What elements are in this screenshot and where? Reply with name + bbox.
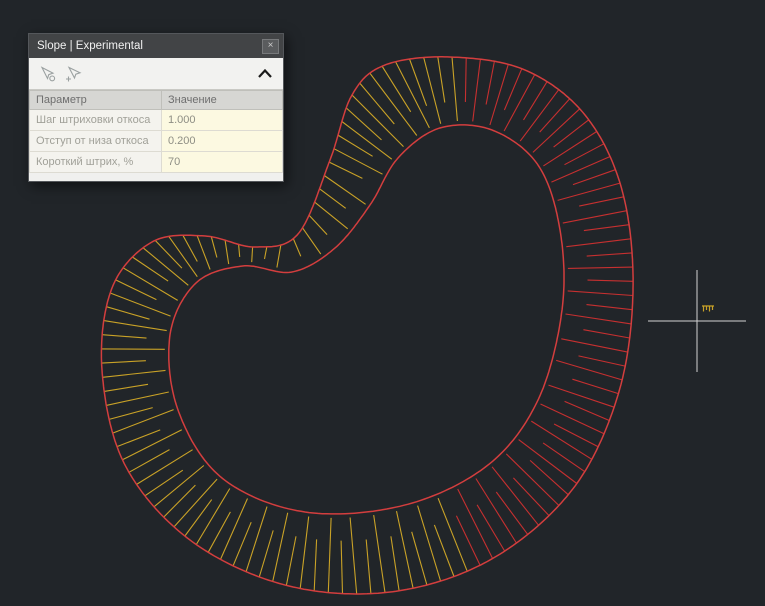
pick-object-icon bbox=[39, 66, 56, 82]
param-value-input[interactable]: 70 bbox=[162, 152, 283, 173]
parameters-table: Параметр Значение Шаг штриховки откоса 1… bbox=[29, 90, 283, 173]
table-row: Короткий штрих, % 70 bbox=[30, 152, 283, 173]
param-name: Отступ от низа откоса bbox=[30, 131, 162, 152]
slope-panel: Slope | Experimental × bbox=[28, 33, 284, 182]
chevron-up-icon bbox=[257, 69, 273, 78]
collapse-button[interactable] bbox=[254, 63, 276, 85]
select-cursor-icon bbox=[65, 66, 82, 82]
table-row: Отступ от низа откоса 0.200 bbox=[30, 131, 283, 152]
column-header-param: Параметр bbox=[30, 91, 162, 110]
select-similar-button[interactable] bbox=[62, 63, 84, 85]
panel-toolbar bbox=[29, 58, 283, 90]
close-icon[interactable]: × bbox=[262, 39, 279, 54]
panel-titlebar[interactable]: Slope | Experimental × bbox=[29, 34, 283, 58]
table-row: Шаг штриховки откоса 1.000 bbox=[30, 110, 283, 131]
column-header-value: Значение bbox=[162, 91, 283, 110]
param-name: Шаг штриховки откоса bbox=[30, 110, 162, 131]
param-value-input[interactable]: 1.000 bbox=[162, 110, 283, 131]
pick-object-button[interactable] bbox=[36, 63, 58, 85]
param-value-input[interactable]: 0.200 bbox=[162, 131, 283, 152]
application-window: Slope | Experimental × bbox=[0, 0, 765, 606]
param-name: Короткий штрих, % bbox=[30, 152, 162, 173]
panel-title: Slope | Experimental bbox=[37, 40, 262, 52]
panel-body-padding bbox=[29, 173, 283, 181]
table-header-row: Параметр Значение bbox=[30, 91, 283, 110]
